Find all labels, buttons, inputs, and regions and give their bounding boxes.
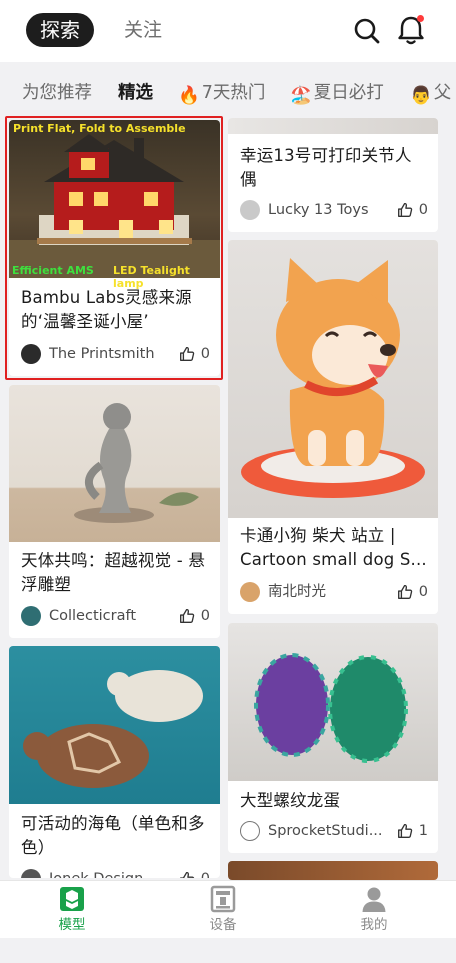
- system-nav-area: [0, 938, 456, 963]
- filter-featured[interactable]: 精选: [118, 80, 153, 106]
- tab-label: 设备: [209, 917, 237, 933]
- model-card-dragon-egg[interactable]: 大型螺纹龙蛋 SprocketStudi... 1: [228, 623, 438, 853]
- thumbs-up-icon: [397, 202, 412, 217]
- like-count: 1: [418, 823, 428, 839]
- card-title: 大型螺纹龙蛋: [240, 791, 341, 810]
- tab-follow[interactable]: 关注: [124, 15, 162, 45]
- card-meta: Jonek Design 0: [21, 868, 210, 878]
- card-title: 可活动的海龟（单色和多色）: [21, 814, 205, 857]
- tab-label: 模型: [58, 917, 86, 933]
- model-thumbnail: [228, 623, 438, 781]
- author-name[interactable]: 南北时光: [268, 581, 326, 603]
- model-card-sea-turtle[interactable]: 可活动的海龟（单色和多色） Jonek Design 0: [9, 646, 220, 878]
- thumbs-up-icon: [179, 871, 194, 878]
- avatar[interactable]: [240, 200, 260, 220]
- fire-icon: 🔥: [178, 86, 200, 106]
- filter-7day-hot[interactable]: 🔥 7天热门: [178, 80, 265, 109]
- model-thumbnail: [9, 646, 220, 804]
- tab-label: 我的: [360, 917, 388, 933]
- card-title: 天体共鸣：超越视觉 - 悬浮雕塑: [21, 551, 206, 594]
- search-icon[interactable]: [351, 15, 383, 47]
- like-count: 0: [418, 584, 428, 600]
- tab-devices[interactable]: 设备: [178, 885, 268, 937]
- overlay-caption-top: Print Flat, Fold to Assemble: [13, 122, 186, 135]
- model-card-lucky13[interactable]: 幸运13号可打印关节人偶 Lucky 13 Toys 0: [228, 118, 438, 232]
- filter-recommended[interactable]: 为您推荐: [22, 80, 92, 106]
- card-meta: Collecticraft 0: [21, 605, 210, 627]
- filter-summer[interactable]: 🏖️ 夏日必打: [290, 80, 384, 109]
- like-count: 0: [418, 202, 428, 218]
- avatar[interactable]: [21, 344, 41, 364]
- model-icon: [60, 887, 84, 911]
- bell-icon[interactable]: [395, 13, 427, 47]
- model-thumbnail: [9, 385, 220, 542]
- author-name[interactable]: SprocketStudi...: [268, 820, 383, 842]
- like-button[interactable]: 0: [396, 199, 428, 221]
- filter-fathers[interactable]: 👨 父: [410, 80, 451, 109]
- model-card-christmas-house[interactable]: Print Flat, Fold to Assemble Efficient A…: [9, 120, 220, 376]
- like-button[interactable]: 0: [178, 605, 210, 627]
- author-name[interactable]: Jonek Design: [49, 868, 143, 878]
- like-count: 0: [201, 871, 210, 878]
- thumbs-up-icon: [397, 584, 412, 599]
- tab-explore[interactable]: 探索: [26, 13, 94, 47]
- card-meta: SprocketStudi... 1: [240, 820, 428, 842]
- thumbs-up-icon: [179, 346, 194, 361]
- like-button[interactable]: 0: [178, 343, 210, 365]
- card-title: 幸运13号可打印关节人偶: [240, 146, 412, 189]
- model-thumbnail: [228, 240, 438, 518]
- like-count: 0: [200, 608, 210, 624]
- bottom-tab-bar: 模型 设备 我的: [0, 880, 456, 938]
- thumbs-up-icon: [179, 608, 194, 623]
- card-meta: Lucky 13 Toys 0: [240, 199, 428, 221]
- card-meta: The Printsmith 0: [21, 343, 210, 365]
- author-name[interactable]: Collecticraft: [49, 605, 136, 627]
- like-button[interactable]: 1: [396, 820, 428, 842]
- model-thumbnail: [228, 118, 438, 134]
- author-name[interactable]: Lucky 13 Toys: [268, 199, 369, 221]
- card-meta: 南北时光 0: [240, 581, 428, 603]
- profile-icon: [362, 887, 386, 912]
- avatar[interactable]: [240, 582, 260, 602]
- tab-profile[interactable]: 我的: [329, 885, 419, 937]
- avatar[interactable]: [21, 606, 41, 626]
- author-name[interactable]: The Printsmith: [49, 343, 155, 365]
- model-card-sculpture[interactable]: 天体共鸣：超越视觉 - 悬浮雕塑 Collecticraft 0: [9, 385, 220, 638]
- like-count: 0: [200, 346, 210, 362]
- tab-models[interactable]: 模型: [27, 885, 117, 937]
- overlay-caption-left: Efficient AMS: [12, 264, 94, 277]
- like-button[interactable]: 0: [396, 581, 428, 603]
- avatar[interactable]: [240, 821, 260, 841]
- model-card-shiba-dog[interactable]: 卡通小狗 柴犬 站立 | Cartoon small dog S... 南北时光…: [228, 240, 438, 614]
- card-title: Bambu Labs灵感来源的‘温馨圣诞小屋’: [21, 288, 192, 331]
- card-title: 卡通小狗 柴犬 站立 | Cartoon small dog S...: [240, 526, 427, 569]
- top-bar: 探索 关注: [0, 0, 456, 62]
- category-filter-bar: 为您推荐 精选 🔥 7天热门 🏖️ 夏日必打 👨 父: [0, 62, 456, 118]
- man-icon: 👨: [410, 86, 432, 106]
- like-button[interactable]: 0: [178, 868, 210, 878]
- model-thumbnail: Print Flat, Fold to Assemble Efficient A…: [9, 120, 220, 290]
- printer-icon: [210, 885, 236, 913]
- model-card-partial[interactable]: [228, 861, 438, 880]
- beach-icon: 🏖️: [290, 86, 312, 106]
- thumbs-up-icon: [397, 823, 412, 838]
- avatar[interactable]: [21, 869, 41, 878]
- notification-dot: [417, 15, 424, 22]
